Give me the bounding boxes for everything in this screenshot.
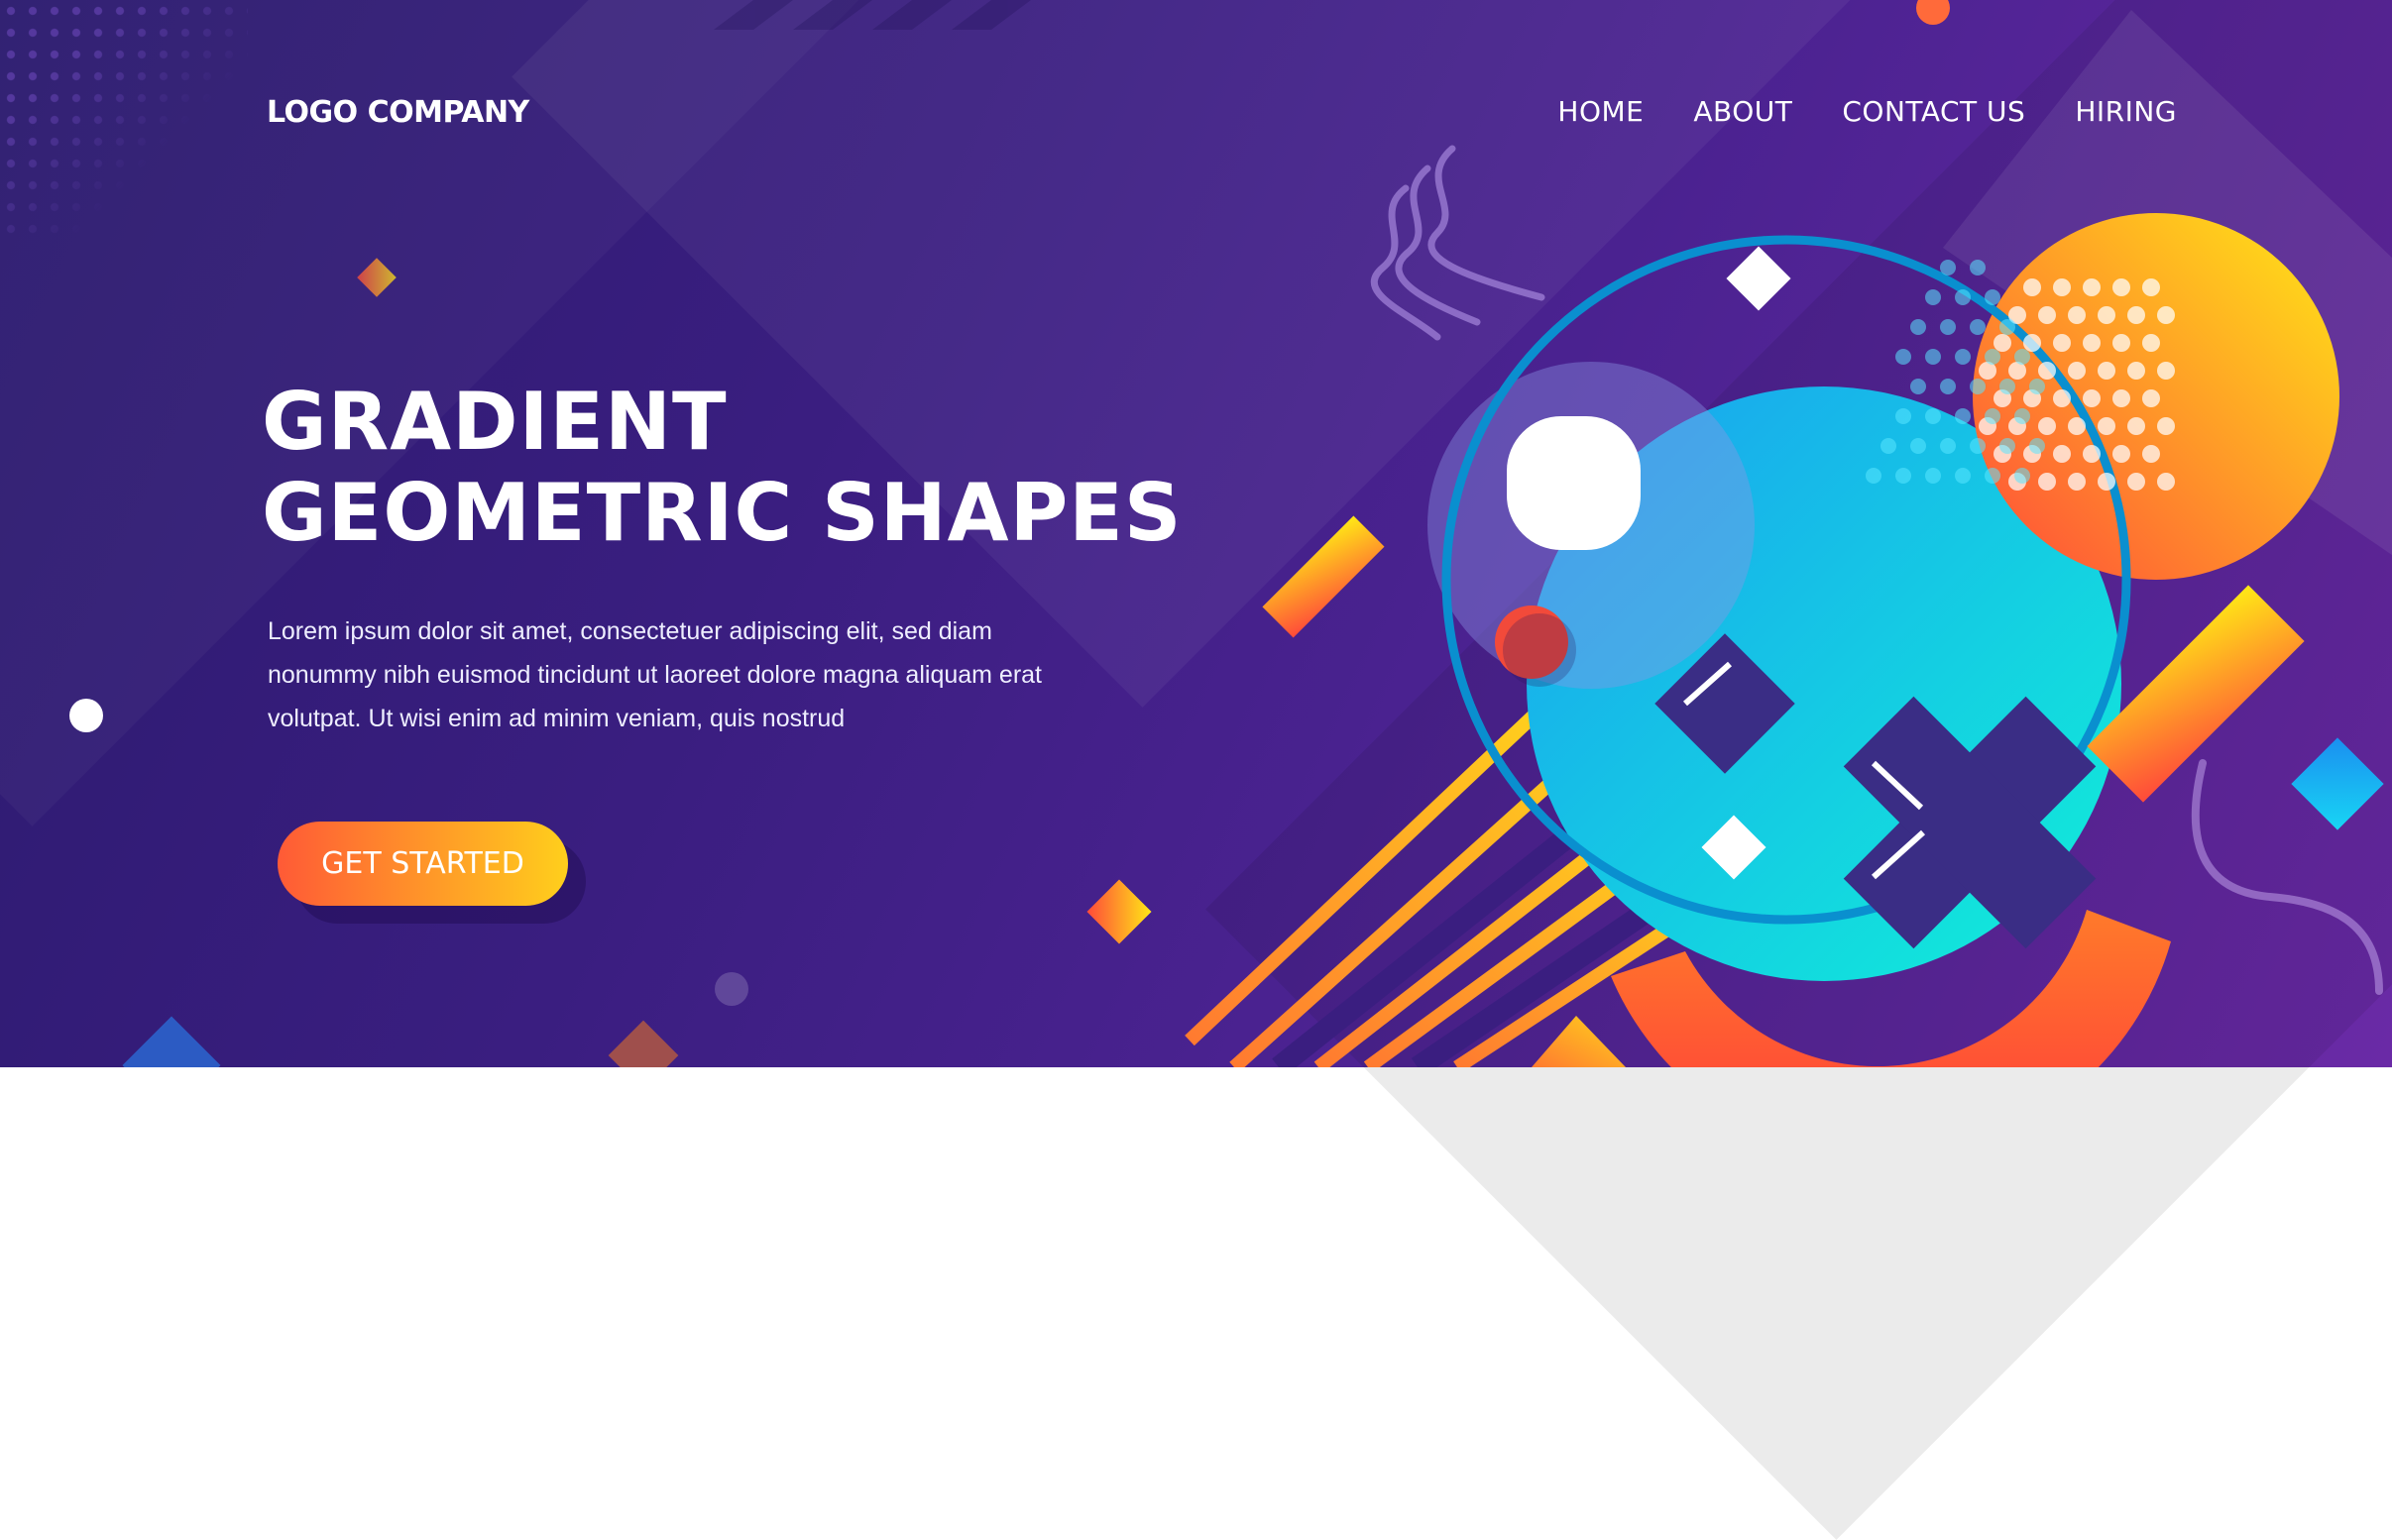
- bottom-diamond-blue: [122, 1016, 221, 1067]
- white-diamond: [1726, 246, 1791, 311]
- orange-bar: [1262, 515, 1385, 638]
- hero-title: GRADIENT GEOMETRIC SHAPES: [262, 377, 1182, 559]
- top-stripes: [714, 0, 1031, 30]
- bottom-diamond-orange: [608, 1020, 679, 1067]
- small-diamond: [357, 258, 397, 297]
- bottom-yellow-diamond: [1532, 1016, 1626, 1067]
- small-orange-dot: [1916, 0, 1950, 25]
- white-dot: [69, 699, 103, 732]
- diamond-orange: [1086, 879, 1152, 944]
- squiggle-lines: [1371, 145, 1545, 341]
- blue-diamond: [2291, 737, 2384, 830]
- nav-contact-us[interactable]: CONTACT US: [1842, 95, 2025, 128]
- company-logo[interactable]: LOGO COMPANY: [267, 95, 529, 130]
- nav-home[interactable]: HOME: [1557, 95, 1644, 128]
- nav-hiring[interactable]: HIRING: [2075, 95, 2177, 128]
- hero-description: Lorem ipsum dolor sit amet, consectetuer…: [268, 617, 1043, 732]
- main-nav: HOME ABOUT CONTACT US HIRING: [1557, 95, 2177, 128]
- hero-title-line2: GEOMETRIC SHAPES: [262, 467, 1183, 559]
- white-rounded-square: [1507, 416, 1641, 550]
- nav-about[interactable]: ABOUT: [1693, 95, 1792, 128]
- red-circle-shadow: [1503, 613, 1576, 687]
- get-started-button[interactable]: GET STARTED: [278, 822, 568, 906]
- faint-dot: [715, 972, 748, 1006]
- hero-title-line1: GRADIENT: [262, 376, 728, 468]
